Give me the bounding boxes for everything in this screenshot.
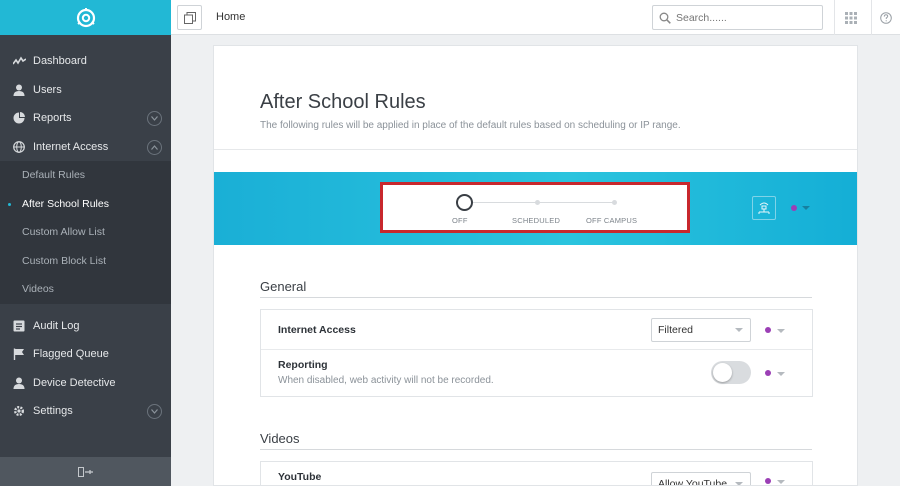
schedule-track	[466, 202, 616, 203]
new-window-button[interactable]	[177, 5, 202, 30]
chevron-down-icon[interactable]	[147, 111, 162, 126]
rules-card: After School Rules The following rules w…	[213, 45, 858, 486]
grid-icon	[844, 11, 857, 24]
collapse-sidebar-icon	[77, 466, 93, 477]
network-icon	[758, 202, 770, 214]
sidebar-item-label: Device Detective	[33, 376, 116, 389]
schedule-dot-off-campus[interactable]	[612, 200, 617, 205]
general-panel: Internet Access Filtered Reporting When …	[260, 309, 813, 397]
youtube-value: Allow YouTube	[658, 478, 728, 486]
user-icon	[12, 83, 26, 97]
youtube-row: YouTube Allow YouTube	[261, 462, 812, 486]
internet-access-submenu: Default Rules After School Rules Custom …	[0, 161, 171, 304]
section-divider	[260, 297, 812, 298]
toggle-thumb	[713, 363, 732, 382]
page-description: The following rules will be applied in p…	[260, 120, 681, 131]
schedule-label-scheduled[interactable]: SCHEDULED	[512, 216, 560, 225]
sidebar-item-device-detective[interactable]: Device Detective	[0, 369, 171, 398]
logo-bar[interactable]	[0, 0, 171, 35]
sidebar-subitem-custom-block-list[interactable]: Custom Block List	[0, 247, 171, 276]
help-icon	[880, 11, 892, 24]
sidebar-item-label: Users	[33, 83, 62, 96]
policy-dot	[765, 478, 771, 484]
sidebar-item-dashboard[interactable]: Dashboard	[0, 47, 171, 76]
search-icon	[659, 12, 671, 24]
policy-dot	[765, 370, 771, 376]
sidebar-item-internet-access[interactable]: Internet Access	[0, 133, 171, 162]
help-button[interactable]	[871, 0, 900, 35]
section-title-videos: Videos	[260, 431, 300, 446]
policy-dot	[791, 205, 797, 211]
sidebar-item-label: Audit Log	[33, 319, 80, 332]
internet-access-label: Internet Access	[278, 324, 356, 336]
sidebar-collapse-button[interactable]	[0, 457, 171, 486]
reporting-row: Reporting When disabled, web activity wi…	[261, 350, 812, 396]
reporting-toggle[interactable]	[711, 361, 751, 384]
internet-access-row: Internet Access Filtered	[261, 310, 812, 350]
schedule-selector: OFF SCHEDULED OFF CAMPUS	[380, 182, 690, 233]
schedule-banner: OFF SCHEDULED OFF CAMPUS	[214, 172, 857, 245]
reporting-description: When disabled, web activity will not be …	[278, 375, 494, 386]
sidebar-item-label: Dashboard	[33, 55, 87, 68]
sidebar-item-label: Flagged Queue	[33, 348, 109, 361]
apps-button[interactable]	[834, 0, 866, 35]
section-title-general: General	[260, 279, 307, 294]
chevron-up-icon[interactable]	[147, 139, 162, 155]
reporting-label: Reporting	[278, 359, 328, 371]
network-button[interactable]	[752, 196, 776, 220]
sidebar-item-label: Settings	[33, 405, 73, 418]
sidebar-item-audit-log[interactable]: Audit Log	[0, 312, 171, 341]
chevron-down-icon	[735, 328, 743, 332]
chevron-down-icon	[735, 482, 743, 485]
sidebar: Dashboard Users Reports Internet Access	[0, 0, 171, 486]
policy-dropdown-caret[interactable]	[777, 372, 785, 376]
youtube-label: YouTube	[278, 471, 322, 483]
policy-dropdown-caret[interactable]	[802, 206, 810, 210]
sidebar-item-label: Reports	[33, 112, 72, 125]
sidebar-item-label: Internet Access	[33, 140, 109, 153]
sidebar-item-flagged-queue[interactable]: Flagged Queue	[0, 340, 171, 369]
youtube-select[interactable]: Allow YouTube	[651, 472, 751, 486]
header-divider	[214, 149, 857, 150]
globe-icon	[12, 140, 26, 154]
chevron-down-icon[interactable]	[147, 404, 162, 419]
sidebar-item-settings[interactable]: Settings	[0, 397, 171, 426]
internet-access-value: Filtered	[658, 324, 694, 336]
policy-dot	[765, 327, 771, 333]
policy-dropdown-caret[interactable]	[777, 480, 785, 484]
list-icon	[12, 319, 26, 333]
schedule-knob-off[interactable]	[456, 194, 473, 211]
sidebar-subitem-default-rules[interactable]: Default Rules	[0, 161, 171, 190]
copy-icon	[183, 11, 196, 24]
section-divider	[260, 449, 812, 450]
schedule-label-off[interactable]: OFF	[452, 216, 468, 225]
user-icon	[12, 376, 26, 390]
activity-icon	[12, 54, 26, 68]
policy-dropdown-caret[interactable]	[777, 329, 785, 333]
logo-icon	[76, 7, 95, 27]
sidebar-item-users[interactable]: Users	[0, 76, 171, 105]
search-input[interactable]	[676, 11, 816, 24]
internet-access-select[interactable]: Filtered	[651, 318, 751, 342]
sidebar-subitem-after-school-rules[interactable]: After School Rules	[0, 190, 171, 219]
flag-icon	[12, 347, 26, 361]
top-bar: Home	[171, 0, 900, 35]
gear-icon	[12, 404, 26, 418]
videos-panel: YouTube Allow YouTube	[260, 461, 813, 486]
schedule-label-off-campus[interactable]: OFF CAMPUS	[586, 216, 637, 225]
sidebar-subitem-videos[interactable]: Videos	[0, 275, 171, 304]
sidebar-subitem-custom-allow-list[interactable]: Custom Allow List	[0, 218, 171, 247]
schedule-dot-scheduled[interactable]	[535, 200, 540, 205]
breadcrumb[interactable]: Home	[216, 11, 245, 23]
sidebar-item-reports[interactable]: Reports	[0, 104, 171, 133]
pie-chart-icon	[12, 111, 26, 125]
page-title: After School Rules	[260, 91, 426, 113]
search-box[interactable]	[652, 5, 823, 30]
